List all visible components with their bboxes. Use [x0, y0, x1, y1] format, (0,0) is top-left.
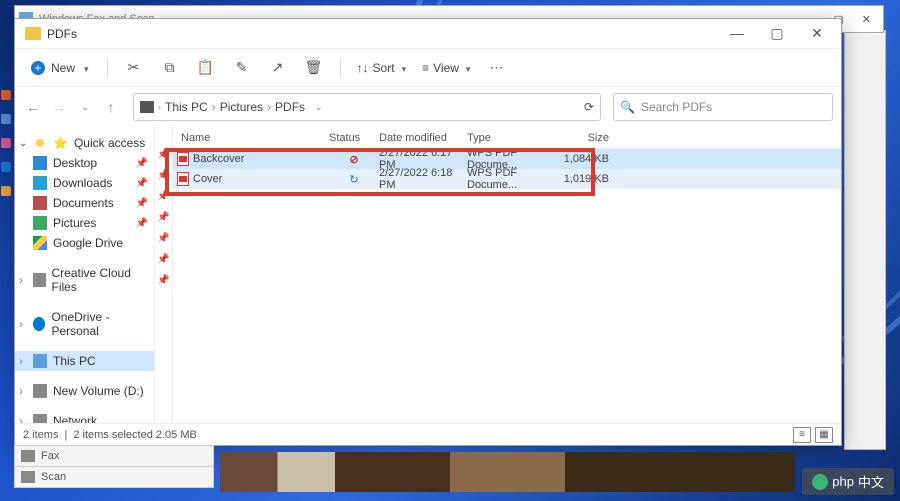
item-count: 2 items — [23, 429, 58, 441]
nav-row: ← → ⌄ ↑ › This PC›Pictures›PDFs ⌄ ⟳ 🔍 Se… — [15, 87, 841, 127]
cut-icon[interactable]: ✂ — [126, 60, 142, 76]
fax-preview-image — [220, 452, 795, 492]
sidebar-item-network[interactable]: Network — [15, 411, 154, 423]
col-name[interactable]: Name — [177, 132, 329, 144]
explorer-toolbar: + New ✂ ⧉ 📋 ✎ ↗ 🗑 ↑↓ Sort ≡ View ⋯ — [15, 49, 841, 87]
search-input[interactable]: 🔍 Search PDFs — [613, 93, 833, 121]
plus-icon: + — [31, 61, 45, 75]
sidebar-item-pictures[interactable]: Pictures📌 — [15, 213, 154, 233]
fax-close[interactable]: ✕ — [862, 13, 871, 26]
column-headers[interactable]: Name Status Date modified Type Size — [173, 127, 841, 149]
pdf-icon — [177, 172, 189, 186]
forward-button[interactable]: → — [49, 99, 69, 115]
col-date[interactable]: Date modified — [379, 132, 467, 144]
explorer-titlebar[interactable]: PDFs — ▢ ✕ — [15, 19, 841, 49]
pin-column: 📌📌📌📌📌📌📌 — [155, 127, 173, 423]
status-bar: 2 items | 2 items selected 2.05 MB ≡ ▦ — [15, 423, 841, 445]
sort-button[interactable]: ↑↓ Sort — [357, 61, 407, 75]
scan-tab[interactable]: Scan — [14, 466, 214, 488]
bg-window-edge — [844, 30, 886, 450]
selection-info: 2 items selected 2.05 MB — [73, 429, 197, 441]
fax-side-panel: Fax Scan — [14, 446, 214, 488]
php-logo-icon — [812, 474, 828, 490]
sidebar-item-googledrive[interactable]: Google Drive — [15, 233, 154, 253]
sidebar-item-newvolume[interactable]: New Volume (D:) — [15, 381, 154, 401]
paste-icon[interactable]: 📋 — [198, 60, 214, 76]
sidebar-item-documents[interactable]: Documents📌 — [15, 193, 154, 213]
search-icon: 🔍 — [620, 100, 635, 114]
col-type[interactable]: Type — [467, 132, 559, 144]
delete-icon[interactable]: 🗑 — [306, 60, 322, 76]
up-button[interactable]: ↑ — [101, 99, 121, 115]
share-icon[interactable]: ↗ — [270, 60, 286, 76]
thumb-view-button[interactable]: ▦ — [815, 427, 833, 443]
file-row-backcover[interactable]: Backcover ⊘ 2/27/2022 6:17 PM WPS PDF Do… — [173, 149, 841, 169]
file-row-cover[interactable]: Cover ↻ 2/27/2022 6:18 PM WPS PDF Docume… — [173, 169, 841, 189]
folder-icon — [25, 27, 41, 40]
status-sync-icon: ↻ — [349, 174, 358, 186]
col-size[interactable]: Size — [559, 132, 609, 144]
file-explorer-window: PDFs — ▢ ✕ + New ✂ ⧉ 📋 ✎ ↗ 🗑 ↑↓ Sort ≡ V… — [14, 18, 842, 446]
details-view-button[interactable]: ≡ — [793, 427, 811, 443]
col-status[interactable]: Status — [329, 132, 379, 144]
new-button[interactable]: + New — [23, 57, 97, 79]
pc-icon — [140, 101, 154, 113]
sidebar-item-onedrive[interactable]: OneDrive - Personal — [15, 307, 154, 341]
file-pane[interactable]: Name Status Date modified Type Size Back… — [173, 127, 841, 423]
addr-dropdown-icon[interactable]: ⌄ — [315, 102, 323, 113]
status-error-icon: ⊘ — [349, 154, 358, 166]
left-taskbar — [0, 90, 12, 390]
sidebar-item-downloads[interactable]: Downloads📌 — [15, 173, 154, 193]
fax-tab[interactable]: Fax — [14, 445, 214, 467]
address-bar[interactable]: › This PC›Pictures›PDFs ⌄ ⟳ — [133, 93, 601, 121]
sidebar-item-desktop[interactable]: Desktop📌 — [15, 153, 154, 173]
sidebar-quick-access[interactable]: ⭐ Quick access — [15, 133, 154, 153]
window-title: PDFs — [47, 27, 77, 41]
minimize-button[interactable]: — — [717, 25, 757, 42]
more-icon[interactable]: ⋯ — [488, 60, 504, 76]
sidebar-item-thispc[interactable]: This PC — [15, 351, 154, 371]
rename-icon[interactable]: ✎ — [234, 60, 250, 76]
view-button[interactable]: ≡ View — [422, 61, 470, 75]
maximize-button[interactable]: ▢ — [757, 25, 797, 42]
recent-dropdown[interactable]: ⌄ — [75, 102, 95, 113]
breadcrumb: This PC›Pictures›PDFs — [165, 100, 305, 114]
sidebar: ⭐ Quick access Desktop📌 Downloads📌 Docum… — [15, 127, 155, 423]
close-button[interactable]: ✕ — [797, 25, 837, 42]
refresh-icon[interactable]: ⟳ — [584, 100, 594, 114]
sidebar-item-creativecloud[interactable]: Creative Cloud Files — [15, 263, 154, 297]
back-button[interactable]: ← — [23, 99, 43, 115]
watermark: php中文 — [802, 468, 894, 495]
pdf-icon — [177, 152, 189, 166]
copy-icon[interactable]: ⧉ — [162, 60, 178, 76]
